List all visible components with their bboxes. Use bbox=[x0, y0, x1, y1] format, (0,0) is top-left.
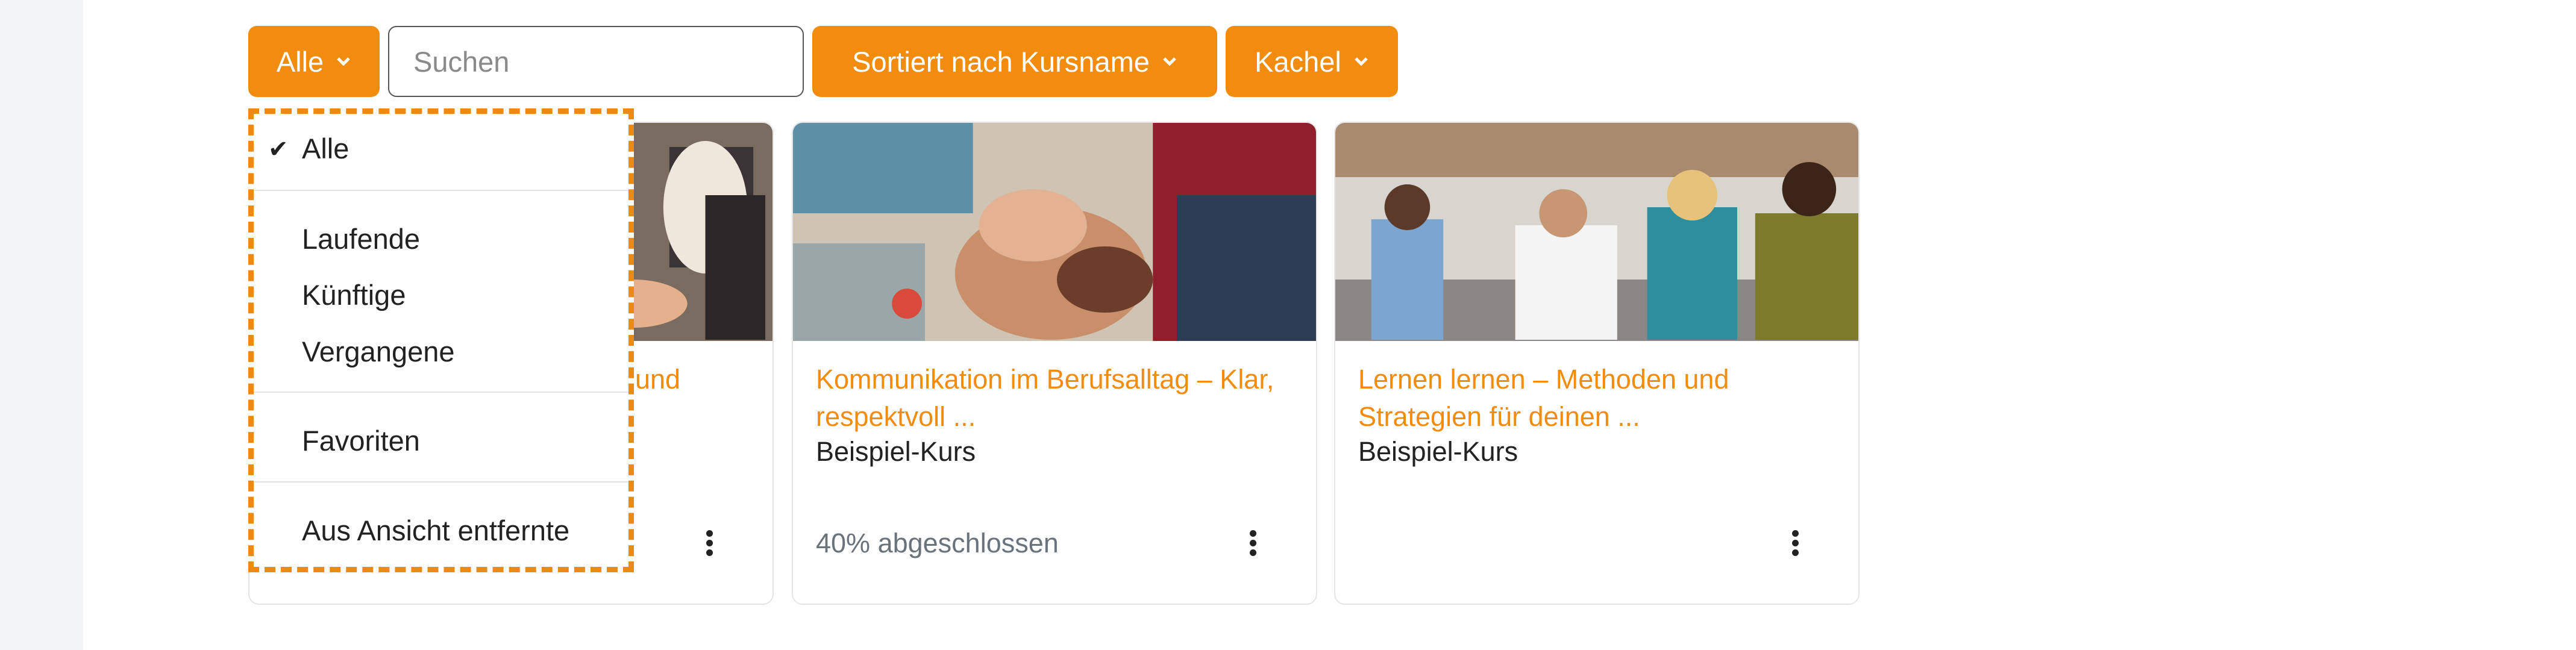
course-title[interactable]: Lernen lernen – Methoden und Strategien … bbox=[1358, 361, 1840, 436]
dropdown-item-kuenftige[interactable]: Künftige bbox=[302, 278, 406, 311]
course-category: Beispiel-Kurs bbox=[1358, 436, 1518, 467]
sort-dropdown-button[interactable]: Sortiert nach Kursname bbox=[812, 26, 1217, 97]
sort-label: Sortiert nach Kursname bbox=[852, 45, 1150, 78]
course-image bbox=[1335, 123, 1858, 341]
course-progress: 40% abgeschlossen bbox=[816, 528, 1059, 558]
more-options-icon[interactable] bbox=[1790, 530, 1800, 557]
dropdown-divider bbox=[254, 392, 628, 393]
view-label: Kachel bbox=[1255, 45, 1341, 78]
more-options-icon[interactable] bbox=[704, 530, 715, 557]
search-input[interactable] bbox=[388, 26, 804, 97]
dropdown-item-aus-ansicht-entfernte[interactable]: Aus Ansicht entfernte bbox=[302, 514, 569, 547]
course-category: Beispiel-Kurs bbox=[816, 436, 976, 467]
course-title[interactable]: Kommunikation im Berufsalltag – Klar, re… bbox=[816, 361, 1298, 436]
dropdown-item-laufende[interactable]: Laufende bbox=[302, 222, 420, 255]
dropdown-item-favoriten[interactable]: Favoriten bbox=[302, 424, 420, 457]
course-card[interactable]: Kommunikation im Berufsalltag – Klar, re… bbox=[792, 122, 1317, 605]
filter-label: Alle bbox=[276, 45, 324, 78]
view-dropdown-button[interactable]: Kachel bbox=[1226, 26, 1398, 97]
chevron-down-icon bbox=[1163, 57, 1176, 66]
course-card[interactable]: Lernen lernen – Methoden und Strategien … bbox=[1334, 122, 1860, 605]
dropdown-divider bbox=[254, 190, 628, 191]
more-options-icon[interactable] bbox=[1247, 530, 1258, 557]
dropdown-item-alle[interactable]: Alle bbox=[302, 132, 349, 165]
filter-dropdown-menu: ✔ Alle Laufende Künftige Vergangene Favo… bbox=[248, 108, 634, 572]
course-image bbox=[793, 123, 1316, 341]
course-title[interactable]: und bbox=[635, 361, 772, 398]
filter-dropdown-button[interactable]: Alle bbox=[248, 26, 380, 97]
chevron-down-icon bbox=[337, 57, 350, 66]
dropdown-divider bbox=[254, 481, 628, 483]
chevron-down-icon bbox=[1355, 57, 1368, 66]
checkmark-icon: ✔ bbox=[268, 136, 289, 163]
dropdown-item-vergangene[interactable]: Vergangene bbox=[302, 335, 455, 368]
